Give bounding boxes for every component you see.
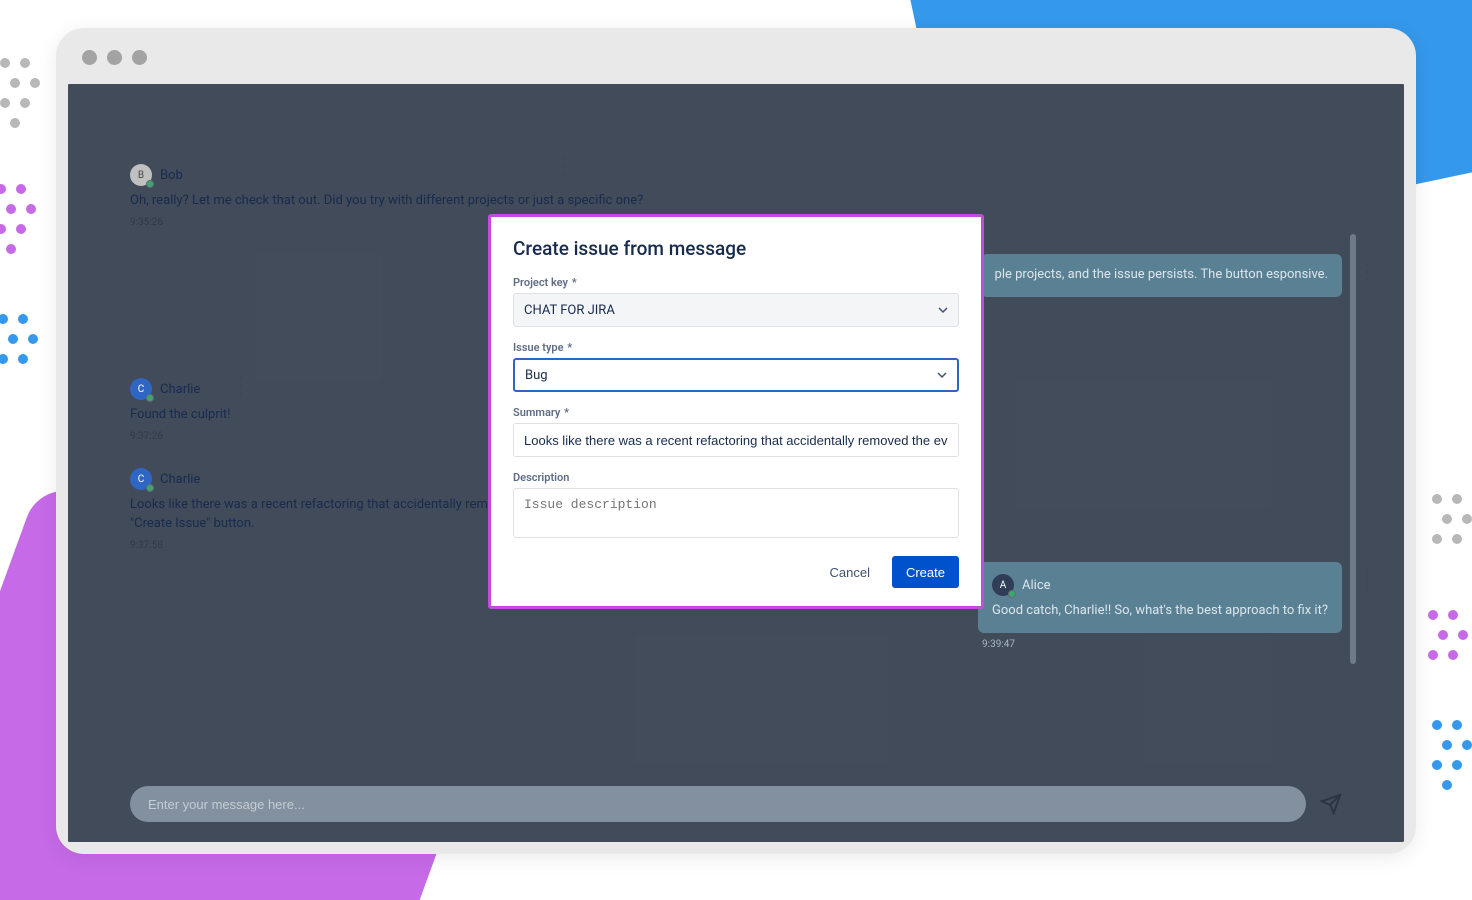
browser-frame: B Bob Oh, really? Let me check that out.…	[56, 28, 1416, 854]
modal-title: Create issue from message	[513, 237, 959, 260]
project-key-label: Project key *	[513, 276, 959, 289]
modal-actions: Cancel Create	[513, 556, 959, 588]
issue-type-select[interactable]: Bug	[513, 358, 959, 392]
issue-type-value: Bug	[525, 368, 548, 383]
summary-input[interactable]	[513, 423, 959, 457]
chevron-down-icon	[937, 370, 947, 380]
create-issue-modal: Create issue from message Project key * …	[488, 214, 984, 609]
create-button[interactable]: Create	[892, 556, 959, 588]
project-key-select[interactable]: CHAT FOR JIRA	[513, 293, 959, 327]
cancel-button[interactable]: Cancel	[816, 556, 884, 588]
issue-type-label: Issue type *	[513, 341, 959, 354]
create-issue-modal-wrap: Create issue from message Project key * …	[56, 28, 1416, 854]
summary-label: Summary *	[513, 406, 959, 419]
project-key-value: CHAT FOR JIRA	[524, 303, 615, 318]
description-input[interactable]	[513, 488, 959, 538]
description-label: Description	[513, 471, 959, 484]
bg-dots-right	[1422, 490, 1472, 840]
bg-dots-left	[0, 54, 50, 404]
chevron-down-icon	[938, 305, 948, 315]
